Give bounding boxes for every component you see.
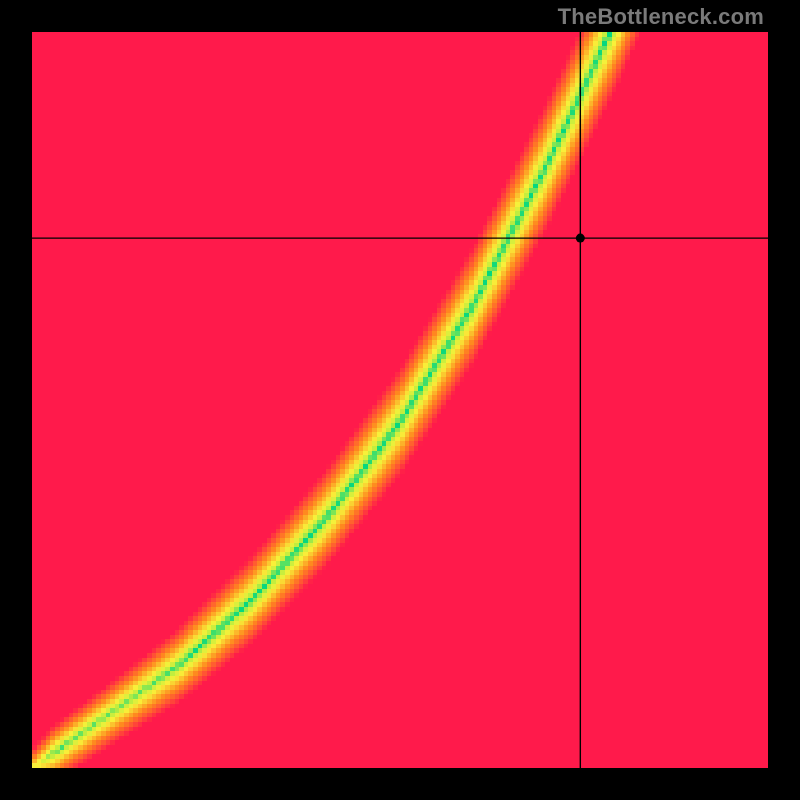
watermark-text: TheBottleneck.com (558, 4, 764, 30)
bottleneck-heatmap (32, 32, 768, 768)
